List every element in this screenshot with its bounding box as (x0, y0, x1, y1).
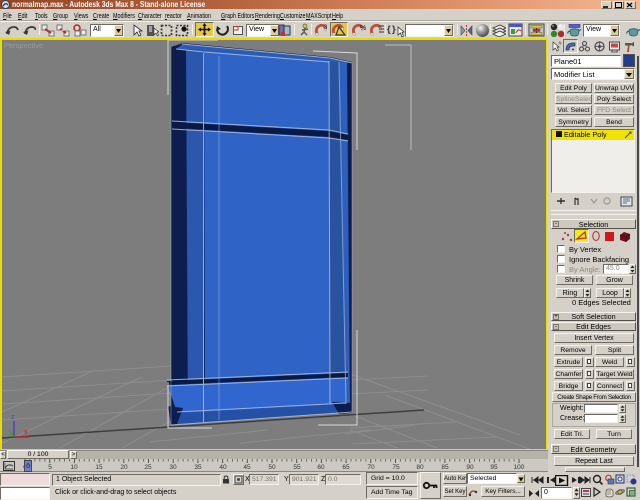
svg-text:z: z (11, 414, 15, 421)
svg-text:%: % (360, 25, 366, 32)
svg-text:x: x (24, 429, 28, 436)
svg-text:3: 3 (324, 25, 328, 31)
